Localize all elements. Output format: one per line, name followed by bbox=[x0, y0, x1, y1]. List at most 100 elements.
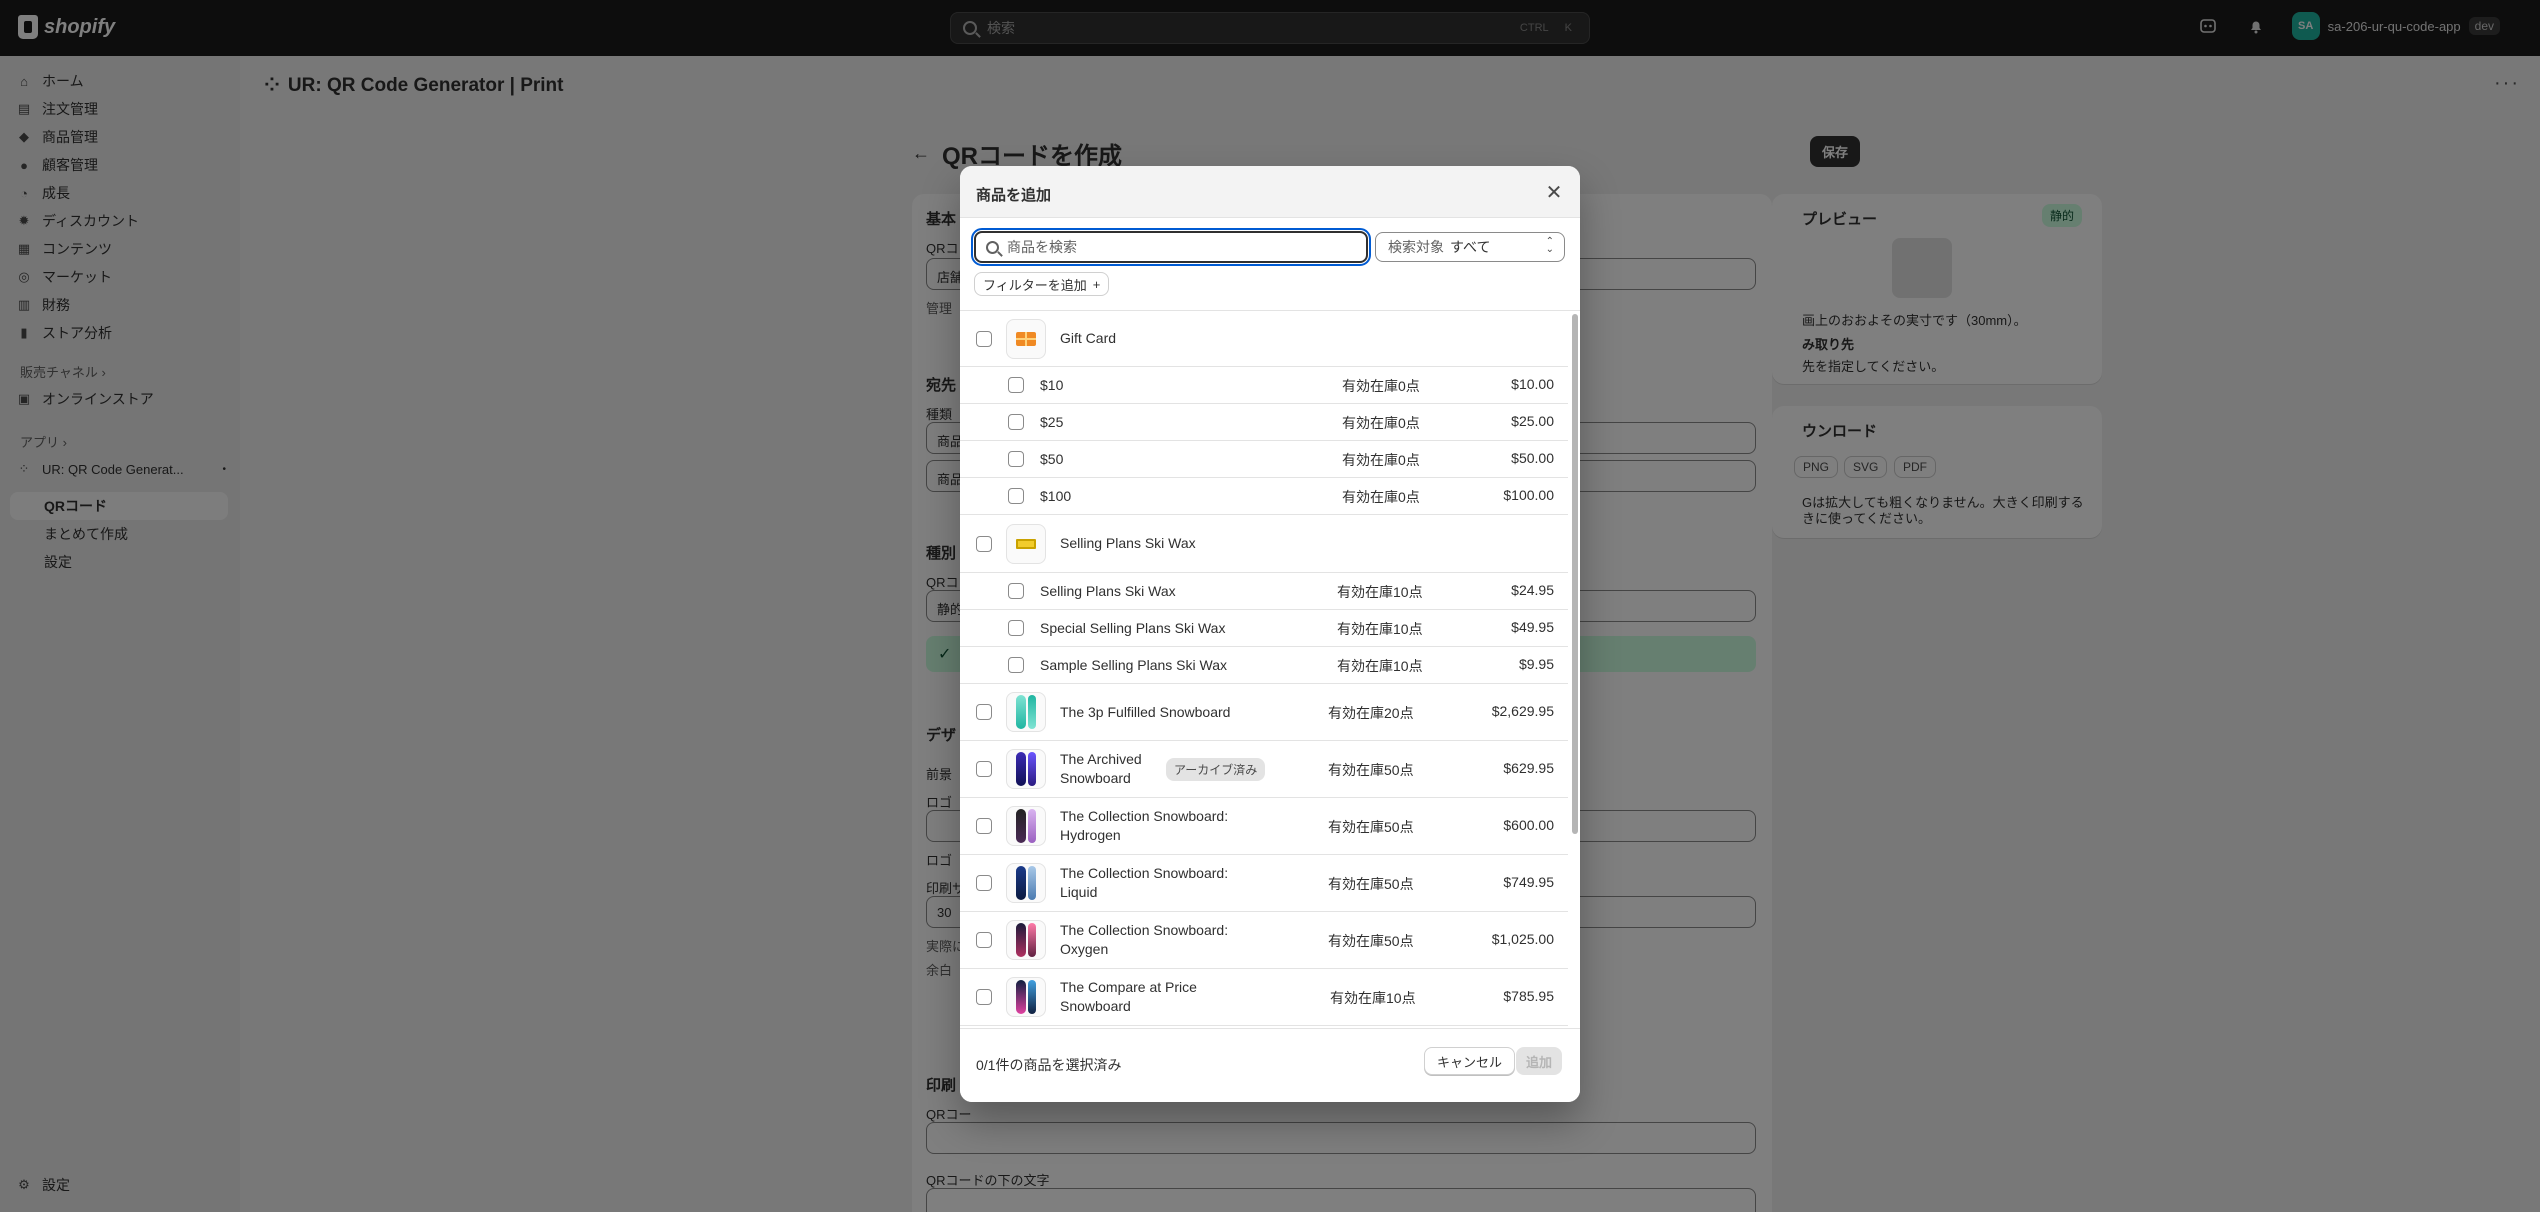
product-price: $2,629.95 bbox=[1491, 703, 1554, 719]
product-search-input-wrap[interactable] bbox=[971, 228, 1371, 266]
product-name-line2: Snowboard bbox=[1060, 770, 1131, 786]
variant-stock: 有効在庫0点 bbox=[1342, 452, 1420, 468]
scope-value: すべて bbox=[1450, 239, 1491, 255]
variant-name: $50 bbox=[1040, 451, 1064, 467]
search-icon bbox=[986, 240, 999, 254]
variant-price: $25.00 bbox=[1511, 413, 1554, 429]
modal-title: 商品を追加 bbox=[976, 187, 1052, 204]
product-name: The Collection Snowboard: bbox=[1060, 922, 1229, 938]
product-stock: 有効在庫50点 bbox=[1328, 762, 1414, 778]
variant-checkbox[interactable] bbox=[1008, 488, 1024, 504]
list-item[interactable]: Special Selling Plans Ski Wax 有効在庫10点 $4… bbox=[960, 610, 1568, 647]
selection-count: 0/1件の商品を選択済み bbox=[976, 1057, 1122, 1073]
list-item[interactable]: $100 有効在庫0点 $100.00 bbox=[960, 478, 1568, 515]
ski-wax-thumbnail bbox=[1006, 524, 1046, 564]
list-item[interactable]: The Compare at Price Snowboard 有効在庫10点 $… bbox=[960, 969, 1568, 1026]
list-item[interactable]: The Archived Snowboard アーカイブ済み 有効在庫50点 $… bbox=[960, 741, 1568, 798]
list-item[interactable]: Gift Card bbox=[960, 311, 1568, 367]
product-name: The Compare at Price bbox=[1060, 979, 1197, 995]
snowboard-thumbnail bbox=[1006, 692, 1046, 732]
variant-price: $9.95 bbox=[1518, 656, 1554, 672]
list-item[interactable]: $50 有効在庫0点 $50.00 bbox=[960, 441, 1568, 478]
add-filter-button[interactable]: フィルターを追加 + bbox=[974, 272, 1110, 296]
variant-name: Selling Plans Ski Wax bbox=[1040, 583, 1176, 599]
add-button[interactable]: 追加 bbox=[1516, 1047, 1563, 1075]
snowboard-thumbnail bbox=[1006, 806, 1046, 846]
product-price: $749.95 bbox=[1503, 874, 1554, 890]
list-scrollbar-thumb[interactable] bbox=[1572, 314, 1578, 834]
product-checkbox[interactable] bbox=[976, 875, 992, 891]
gift-card-thumbnail bbox=[1006, 319, 1046, 359]
plus-icon: + bbox=[1092, 276, 1101, 292]
product-search-input[interactable] bbox=[1007, 239, 1347, 255]
product-checkbox[interactable] bbox=[976, 331, 992, 347]
product-price: $600.00 bbox=[1503, 817, 1554, 833]
snowboard-thumbnail bbox=[1006, 863, 1046, 903]
product-stock: 有効在庫20点 bbox=[1328, 705, 1414, 721]
product-price: $1,025.00 bbox=[1491, 931, 1554, 947]
product-stock: 有効在庫50点 bbox=[1328, 933, 1414, 949]
add-product-modal: 商品を追加 ✕ 検索対象 すべて ⌃⌄ フィルターを追加 + Gift Card… bbox=[960, 166, 1580, 1102]
search-scope-select[interactable]: 検索対象 すべて ⌃ ⌄ bbox=[1375, 232, 1565, 262]
product-stock: 有効在庫50点 bbox=[1328, 819, 1414, 835]
variant-checkbox[interactable] bbox=[1008, 451, 1024, 467]
variant-checkbox[interactable] bbox=[1008, 657, 1024, 673]
product-name: The Collection Snowboard: bbox=[1060, 865, 1229, 881]
scope-label: 検索対象 bbox=[1388, 239, 1444, 255]
product-stock: 有効在庫10点 bbox=[1330, 990, 1416, 1006]
variant-price: $100.00 bbox=[1503, 487, 1554, 503]
product-price: $785.95 bbox=[1503, 988, 1554, 1004]
variant-stock: 有効在庫0点 bbox=[1342, 378, 1420, 394]
modal-footer: 0/1件の商品を選択済み キャンセル 追加 bbox=[960, 1028, 1580, 1102]
variant-name: $100 bbox=[1040, 488, 1072, 504]
product-name: Selling Plans Ski Wax bbox=[1060, 535, 1196, 551]
product-checkbox[interactable] bbox=[976, 932, 992, 948]
modal-header: 商品を追加 ✕ bbox=[960, 166, 1580, 218]
product-stock: 有効在庫50点 bbox=[1328, 876, 1414, 892]
variant-checkbox[interactable] bbox=[1008, 414, 1024, 430]
variant-stock: 有効在庫0点 bbox=[1342, 489, 1420, 505]
variant-price: $50.00 bbox=[1511, 450, 1554, 466]
product-name: The Archived bbox=[1060, 751, 1142, 767]
list-item[interactable]: Sample Selling Plans Ski Wax 有効在庫10点 $9.… bbox=[960, 647, 1568, 684]
product-name: The 3p Fulfilled Snowboard bbox=[1060, 704, 1231, 720]
select-chevron-icon: ⌃ ⌄ bbox=[1545, 236, 1554, 255]
close-icon[interactable]: ✕ bbox=[1542, 180, 1566, 204]
variant-checkbox[interactable] bbox=[1008, 377, 1024, 393]
product-name-line2: Liquid bbox=[1060, 884, 1098, 900]
variant-name: Special Selling Plans Ski Wax bbox=[1040, 620, 1226, 636]
product-name-line2: Snowboard bbox=[1060, 998, 1131, 1014]
cancel-button[interactable]: キャンセル bbox=[1424, 1047, 1516, 1075]
snowboard-thumbnail bbox=[1006, 977, 1046, 1017]
list-item[interactable]: $10 有効在庫0点 $10.00 bbox=[960, 367, 1568, 404]
product-checkbox[interactable] bbox=[976, 989, 992, 1005]
variant-stock: 有効在庫0点 bbox=[1342, 415, 1420, 431]
product-price: $629.95 bbox=[1503, 760, 1554, 776]
add-filter-label: フィルターを追加 bbox=[983, 277, 1087, 293]
product-checkbox[interactable] bbox=[976, 818, 992, 834]
product-list[interactable]: Gift Card $10 有効在庫0点 $10.00 $25 有効在庫0点 $… bbox=[960, 310, 1580, 1028]
list-item[interactable]: The Collection Snowboard: Hydrogen 有効在庫5… bbox=[960, 798, 1568, 855]
list-item[interactable]: Selling Plans Ski Wax bbox=[960, 515, 1568, 573]
variant-name: Sample Selling Plans Ski Wax bbox=[1040, 657, 1228, 673]
variant-checkbox[interactable] bbox=[1008, 620, 1024, 636]
list-item[interactable]: Selling Plans Ski Wax 有効在庫10点 $24.95 bbox=[960, 573, 1568, 610]
snowboard-thumbnail bbox=[1006, 920, 1046, 960]
variant-checkbox[interactable] bbox=[1008, 583, 1024, 599]
product-checkbox[interactable] bbox=[976, 536, 992, 552]
product-name-line2: Hydrogen bbox=[1060, 827, 1121, 843]
snowboard-thumbnail bbox=[1006, 749, 1046, 789]
variant-name: $25 bbox=[1040, 414, 1064, 430]
product-name-line2: Oxygen bbox=[1060, 941, 1109, 957]
list-item[interactable]: The Collection Snowboard: Liquid 有効在庫50点… bbox=[960, 855, 1568, 912]
list-item[interactable]: The Collection Snowboard: Oxygen 有効在庫50点… bbox=[960, 912, 1568, 969]
product-checkbox[interactable] bbox=[976, 704, 992, 720]
list-item[interactable]: The 3p Fulfilled Snowboard 有効在庫20点 $2,62… bbox=[960, 684, 1568, 741]
variant-stock: 有効在庫10点 bbox=[1337, 658, 1423, 674]
product-checkbox[interactable] bbox=[976, 761, 992, 777]
product-name: Gift Card bbox=[1060, 330, 1117, 346]
variant-name: $10 bbox=[1040, 377, 1064, 393]
variant-price: $49.95 bbox=[1511, 619, 1554, 635]
variant-price: $10.00 bbox=[1511, 376, 1554, 392]
list-item[interactable]: $25 有効在庫0点 $25.00 bbox=[960, 404, 1568, 441]
